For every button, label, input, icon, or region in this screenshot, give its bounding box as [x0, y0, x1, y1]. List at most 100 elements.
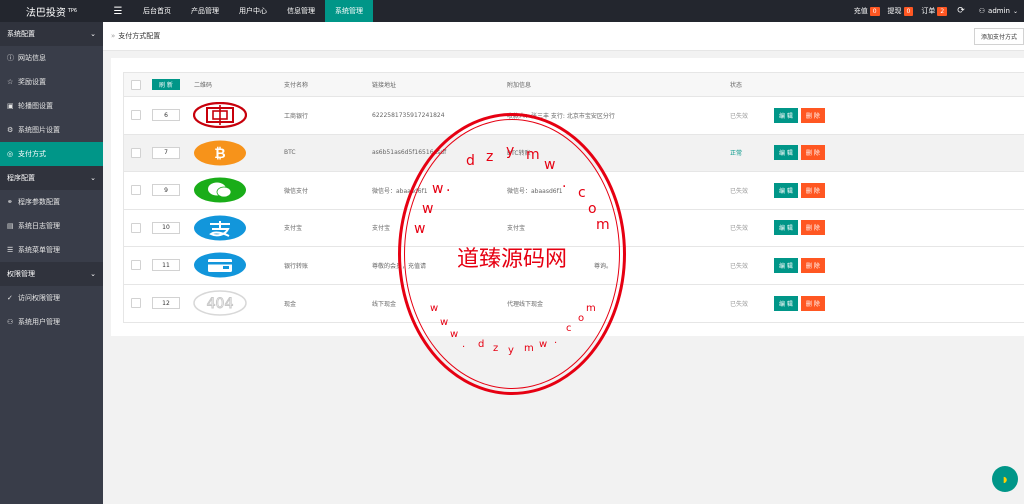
sidebar-item-images[interactable]: ⚙ 系统图片设置: [0, 118, 103, 142]
sidebar-item-label: 轮播图设置: [18, 102, 53, 110]
row-checkbox[interactable]: [131, 222, 141, 233]
add-payment-button[interactable]: 添加支付方式: [973, 28, 1024, 45]
edit-button[interactable]: 编 辑: [774, 145, 798, 161]
tab-home[interactable]: 后台首页: [133, 0, 181, 22]
svg-text:404: 404: [207, 296, 234, 312]
row-checkbox[interactable]: [131, 298, 141, 309]
sidebar-item-label: 支付方式: [18, 150, 46, 158]
payment-extra: 支付宝: [507, 225, 526, 233]
row-checkbox[interactable]: [131, 110, 141, 121]
recharge-link[interactable]: 充值 0: [854, 6, 880, 16]
sort-input[interactable]: 10: [152, 221, 180, 234]
tab-users[interactable]: 用户中心: [229, 0, 277, 22]
sidebar-item-menus[interactable]: ☰ 系统菜单管理: [0, 238, 103, 262]
sort-input[interactable]: 11: [152, 259, 180, 272]
doc-icon: ▤: [7, 222, 14, 230]
header-qr: 二维码: [194, 82, 213, 89]
payment-extra: 收款人：张三丰 支行: 北京市宝安区分行: [507, 112, 615, 120]
edit-button[interactable]: 编 辑: [774, 182, 798, 198]
sidebar-item-logs[interactable]: ▤ 系统日志管理: [0, 214, 103, 238]
sidebar-group-label: 权限管理: [7, 270, 35, 278]
sidebar-item-label: 访问权限管理: [18, 294, 60, 302]
refresh-button[interactable]: 刷 新: [152, 79, 180, 90]
sidebar-item-sysusers[interactable]: ⚇ 系统用户管理: [0, 310, 103, 334]
edit-button[interactable]: 编 辑: [774, 107, 798, 123]
sidebar-item-reward[interactable]: ☆ 奖励设置: [0, 70, 103, 94]
link-icon: ⚭: [7, 198, 13, 206]
row-actions: 编 辑删 除: [774, 257, 825, 273]
order-link[interactable]: 订单 2: [921, 6, 948, 16]
table-row: 9 微信支付 微信号：abaasd6f1 微信号：abaasd6f1 已失效 编…: [124, 172, 1024, 210]
tab-info[interactable]: 信息管理: [277, 0, 325, 22]
table-row: 6 工商银行 6222581735917241824 收款人：张三丰 支行: 北…: [124, 97, 1024, 135]
user-name: admin: [988, 7, 1010, 15]
payment-name: BTC: [284, 149, 296, 157]
table-row: 7 ₿ BTC as6b51as6d5f16516asdf BTC转账 正常 编…: [124, 134, 1024, 172]
sidebar-group-system-config[interactable]: 系统配置 ⌄: [0, 22, 103, 46]
user-menu[interactable]: ⚇ admin ⌄: [979, 7, 1018, 15]
wechat-logo-icon: [192, 176, 248, 204]
sort-input[interactable]: 7: [152, 146, 180, 159]
payment-extra: 尊询。: [594, 262, 613, 270]
user-icon: ⚇: [7, 318, 14, 326]
row-checkbox[interactable]: [131, 185, 141, 196]
row-actions: 编 辑删 除: [774, 107, 825, 123]
info-icon: ⓘ: [7, 54, 14, 62]
payment-link: 线下现金: [372, 300, 397, 308]
status-badge: 已失效: [730, 187, 749, 195]
bitcoin-logo-icon: ₿: [192, 139, 248, 167]
row-actions: 编 辑删 除: [774, 295, 825, 311]
tab-products[interactable]: 产品管理: [181, 0, 229, 22]
delete-button[interactable]: 删 除: [800, 182, 825, 198]
top-right: 充值 0 提现 0 订单 2 ⟳ ⚇ admin ⌄: [846, 0, 1024, 22]
payment-link: 微信号：abaasd6f1: [372, 187, 428, 195]
app-version: TP6: [67, 8, 78, 14]
edit-button[interactable]: 编 辑: [774, 257, 798, 273]
edit-button[interactable]: 编 辑: [774, 220, 798, 236]
sidebar-group-label: 系统配置: [7, 30, 35, 38]
sidebar-group-permissions[interactable]: 权限管理 ⌄: [0, 262, 103, 286]
menu-toggle-icon[interactable]: ☰: [103, 0, 133, 22]
top-bar: 法巴投资 TP6 ☰ 后台首页 产品管理 用户中心 信息管理 系统管理 充值 0 提…: [0, 0, 1024, 22]
user-icon: ⚇: [978, 7, 986, 15]
withdraw-link[interactable]: 提现 0: [888, 6, 914, 16]
select-all-checkbox[interactable]: [131, 79, 141, 90]
breadcrumb: » 支付方式配置: [103, 22, 1024, 51]
sidebar: 系统配置 ⌄ ⓘ 网站信息 ☆ 奖励设置 ▣ 轮播图设置 ⚙ 系统图片设置 ◎ 支付方式 程…: [0, 22, 103, 504]
sidebar-item-carousel[interactable]: ▣ 轮播图设置: [0, 94, 103, 118]
sort-input[interactable]: 9: [152, 184, 180, 197]
status-badge: 已失效: [730, 262, 749, 270]
edit-button[interactable]: 编 辑: [774, 295, 798, 311]
refresh-icon[interactable]: ⟳: [957, 6, 965, 16]
sidebar-item-label: 系统图片设置: [18, 126, 60, 134]
row-actions: 编 辑删 除: [774, 182, 825, 198]
sidebar-item-access[interactable]: ✓ 访问权限管理: [0, 286, 103, 310]
sort-input[interactable]: 6: [152, 109, 180, 122]
sidebar-group-label: 程序配置: [7, 174, 35, 182]
sidebar-item-site-info[interactable]: ⓘ 网站信息: [0, 46, 103, 70]
404-image-icon: 404: [192, 289, 248, 317]
sidebar-item-label: 系统菜单管理: [18, 246, 60, 254]
icbc-logo-icon: [192, 101, 248, 129]
float-help-icon[interactable]: ◗: [992, 466, 1018, 492]
sidebar-group-program-config[interactable]: 程序配置 ⌄: [0, 166, 103, 190]
delete-button[interactable]: 删 除: [800, 295, 825, 311]
status-badge: 正常: [730, 150, 743, 158]
app-logo[interactable]: 法巴投资 TP6: [0, 0, 103, 22]
delete-button[interactable]: 删 除: [800, 257, 825, 273]
delete-button[interactable]: 删 除: [800, 145, 825, 161]
withdraw-badge: 0: [903, 6, 914, 16]
tab-system[interactable]: 系统管理: [325, 0, 373, 22]
payment-extra: 代理线下现金: [507, 300, 544, 308]
row-checkbox[interactable]: [131, 260, 141, 271]
delete-button[interactable]: 删 除: [800, 107, 825, 123]
alipay-logo-icon: [192, 214, 248, 242]
row-checkbox[interactable]: [131, 147, 141, 158]
sort-input[interactable]: 12: [152, 297, 180, 310]
gear-icon: ⚙: [7, 126, 14, 134]
sidebar-item-payment[interactable]: ◎ 支付方式: [0, 142, 103, 166]
payment-link: 尊敬的会员，充值请: [372, 262, 427, 270]
payment-extra: 微信号：abaasd6f1: [507, 187, 563, 195]
delete-button[interactable]: 删 除: [800, 220, 825, 236]
sidebar-item-params[interactable]: ⚭ 程序参数配置: [0, 190, 103, 214]
